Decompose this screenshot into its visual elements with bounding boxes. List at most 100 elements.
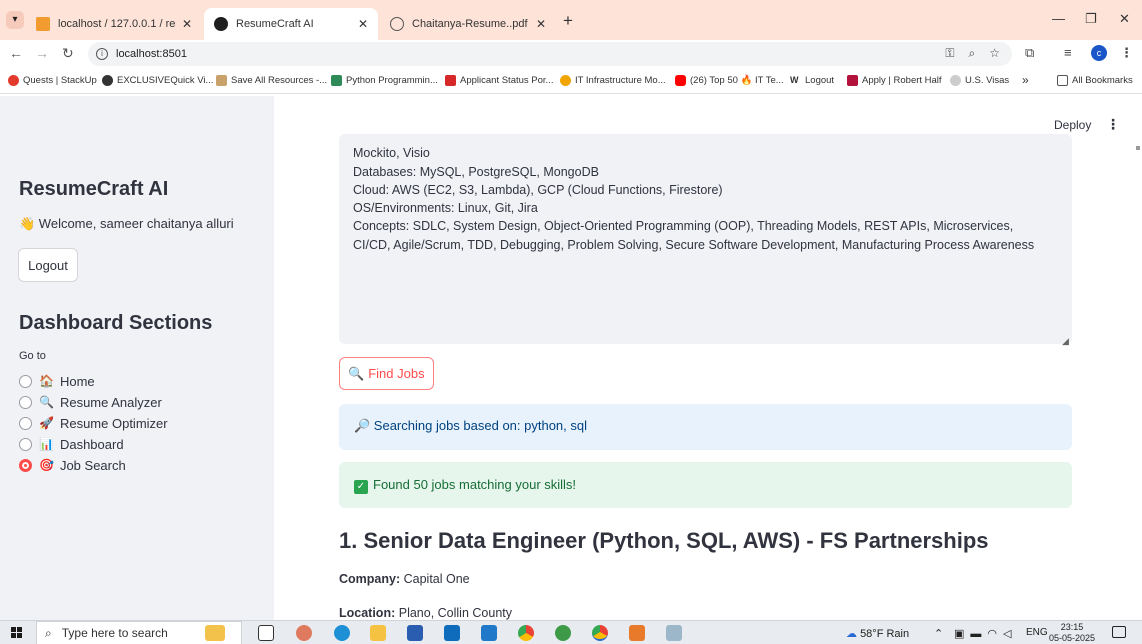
- tab-title: localhost / 127.0.0.1 / resume_a: [58, 18, 176, 30]
- file-explorer-icon[interactable]: [370, 625, 386, 641]
- bookmark-site-icon: [216, 75, 227, 86]
- location-value: Plano, Collin County: [398, 606, 512, 620]
- bookmark-label: U.S. Visas: [965, 75, 1010, 86]
- forward-arrow-icon[interactable]: →: [35, 45, 49, 61]
- bookmark-item[interactable]: Applicant Status Por...: [445, 75, 553, 86]
- vscode-icon[interactable]: [481, 625, 497, 641]
- xampp-icon[interactable]: [629, 625, 645, 641]
- copilot-sparkle-icon[interactable]: [205, 625, 225, 641]
- tab-phpmyadmin[interactable]: localhost / 127.0.0.1 / resume_a ✕: [26, 8, 202, 40]
- new-tab-icon[interactable]: +: [563, 11, 573, 31]
- logout-button[interactable]: Logout: [18, 248, 78, 282]
- find-jobs-button[interactable]: 🔍 Find Jobs: [339, 357, 434, 390]
- deploy-button[interactable]: Deploy: [1054, 118, 1091, 132]
- store-icon[interactable]: [407, 625, 423, 641]
- bookmark-site-icon: [445, 75, 456, 86]
- resize-handle-icon[interactable]: ◢: [1062, 336, 1069, 347]
- bookmark-label: Applicant Status Por...: [460, 75, 554, 86]
- radio-button[interactable]: [19, 437, 32, 451]
- bookmark-site-icon: [560, 75, 571, 86]
- tab-close-icon[interactable]: ✕: [182, 17, 192, 31]
- media-control-icon[interactable]: ≡: [1064, 45, 1072, 60]
- welcome-message: 👋 Welcome, sameer chaitanya alluri: [19, 216, 234, 231]
- all-bookmarks-folder[interactable]: All Bookmarks: [1057, 75, 1133, 86]
- tab-resume-pdf[interactable]: Chaitanya-Resume..pdf ✕: [380, 8, 556, 40]
- search-placeholder: Type here to search: [61, 626, 168, 640]
- chrome-icon[interactable]: [518, 625, 534, 641]
- info-alert: 🔎 Searching jobs based on: python, sql: [339, 404, 1072, 450]
- task-view-icon[interactable]: [258, 625, 274, 641]
- resume-text-area[interactable]: Mockito, Visio Databases: MySQL, Postgre…: [339, 134, 1072, 344]
- goto-label: Go to: [19, 350, 46, 362]
- bookmark-label: EXCLUSIVEQuick Vi...: [117, 75, 214, 86]
- back-arrow-icon[interactable]: ←: [9, 45, 23, 61]
- bookmark-label: (26) Top 50 🔥 IT Te...: [690, 75, 784, 86]
- windows-taskbar: ⌕ Type here to search ☁ 58°F Rain ⌃ ▣▬◠◁…: [0, 620, 1142, 644]
- sections-heading: Dashboard Sections: [19, 312, 213, 334]
- nav-radio-resume-optimizer[interactable]: 🚀 Resume Optimizer: [19, 414, 168, 432]
- zoom-icon[interactable]: ⌕: [969, 46, 976, 61]
- radio-button[interactable]: [19, 395, 32, 409]
- bookmark-item[interactable]: Apply | Robert Half: [847, 75, 942, 86]
- scrollbar-thumb[interactable]: [1136, 146, 1140, 150]
- radio-button-selected[interactable]: [19, 458, 32, 472]
- extensions-puzzle-icon[interactable]: ⧉: [1025, 45, 1034, 61]
- tab-title: Chaitanya-Resume..pdf: [412, 18, 528, 30]
- bookmark-item[interactable]: W Logout: [790, 75, 834, 86]
- bookmark-item[interactable]: U.S. Visas: [950, 75, 1009, 86]
- seal-icon: [950, 75, 961, 86]
- tab-resumecraft[interactable]: ResumeCraft AI ✕: [204, 8, 378, 40]
- bookmark-item[interactable]: Python Programmin...: [331, 75, 438, 86]
- language-indicator[interactable]: ENG: [1026, 627, 1048, 638]
- youtube-icon: [675, 75, 686, 86]
- tab-search-chevron-icon[interactable]: ▾: [6, 11, 24, 29]
- profile-avatar[interactable]: c: [1091, 45, 1107, 61]
- window-close-icon[interactable]: ✕: [1119, 11, 1130, 27]
- nav-radio-dashboard[interactable]: 📊 Dashboard: [19, 435, 124, 453]
- clock[interactable]: 23:15 05-05-2025: [1049, 622, 1095, 644]
- bookmark-item[interactable]: IT Infrastructure Mo...: [560, 75, 666, 86]
- site-info-icon[interactable]: i: [96, 48, 108, 60]
- radio-button[interactable]: [19, 416, 32, 430]
- bookmark-label: Logout: [805, 75, 835, 86]
- bookmark-item[interactable]: Quests | StackUp: [8, 75, 97, 86]
- windows-start-icon[interactable]: [11, 627, 23, 639]
- tray-chevron-icon[interactable]: ⌃: [934, 627, 943, 640]
- nav-label: Resume Optimizer: [59, 415, 168, 431]
- bookmark-item[interactable]: EXCLUSIVEQuick Vi...: [102, 75, 213, 86]
- main-menu-icon[interactable]: ⋮: [1106, 116, 1120, 133]
- job-company: Company: Capital One: [339, 572, 470, 586]
- bookmark-star-icon[interactable]: ☆: [989, 46, 1000, 61]
- restore-icon[interactable]: ❐: [1085, 11, 1097, 27]
- copilot-app-icon[interactable]: [296, 625, 312, 641]
- nav-radio-job-search[interactable]: 🎯 Job Search: [19, 456, 126, 474]
- outlook-icon[interactable]: [444, 625, 460, 641]
- utorrent-icon[interactable]: [555, 625, 571, 641]
- bookmark-label: Python Programmin...: [346, 75, 438, 86]
- bookmark-item[interactable]: (26) Top 50 🔥 IT Te...: [675, 75, 784, 86]
- chrome-active-icon[interactable]: [592, 625, 608, 641]
- chrome-menu-icon[interactable]: ⋮: [1120, 45, 1133, 61]
- app-icon[interactable]: [666, 625, 682, 641]
- search-icon: ⌕: [45, 625, 52, 640]
- address-bar[interactable]: i localhost:8501 ⚿ ⌕ ☆: [88, 42, 1012, 66]
- bookmark-site-icon: [102, 75, 113, 86]
- python-icon: [331, 75, 342, 86]
- success-alert: ✓ Found 50 jobs matching your skills!: [339, 462, 1072, 508]
- tab-close-icon[interactable]: ✕: [358, 17, 368, 31]
- nav-radio-home[interactable]: 🏠 Home: [19, 372, 95, 390]
- radio-button[interactable]: [19, 374, 32, 388]
- tray-status-icons[interactable]: ▣▬◠◁: [954, 627, 1017, 640]
- tab-close-icon[interactable]: ✕: [536, 17, 546, 31]
- notification-icon[interactable]: [1112, 626, 1126, 638]
- target-icon: 🎯: [39, 458, 54, 472]
- more-bookmarks-chevron[interactable]: »: [1022, 73, 1029, 87]
- password-key-icon[interactable]: ⚿: [945, 46, 954, 61]
- bar-chart-icon: 📊: [39, 437, 54, 451]
- reload-icon[interactable]: ↻: [62, 45, 74, 62]
- edge-browser-icon[interactable]: [334, 625, 350, 641]
- minimize-icon[interactable]: —: [1052, 11, 1065, 26]
- bookmark-item[interactable]: Save All Resources -...: [216, 75, 327, 86]
- nav-radio-resume-analyzer[interactable]: 🔍 Resume Analyzer: [19, 393, 162, 411]
- weather-widget[interactable]: ☁ 58°F Rain: [846, 627, 909, 640]
